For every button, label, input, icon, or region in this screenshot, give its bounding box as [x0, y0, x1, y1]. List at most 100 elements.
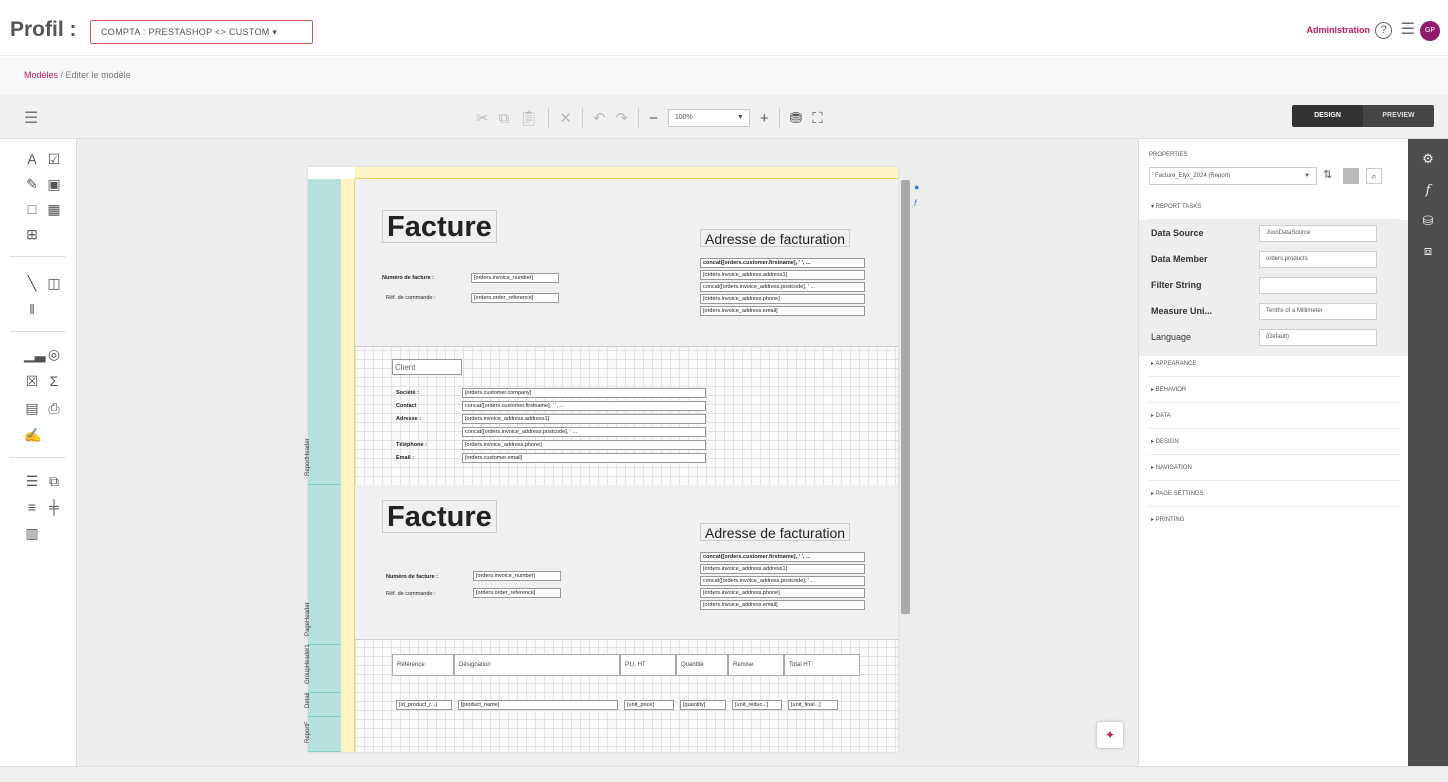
invoice-number-label[interactable]: Numéro de facture : [382, 275, 434, 281]
navigation-section[interactable]: ▸ NAVIGATION [1149, 455, 1399, 481]
pagebreak-tool-icon[interactable]: ≡ [24, 499, 40, 515]
address-line[interactable]: [orders.invoice_address.address1] [700, 270, 865, 280]
sort-icon[interactable]: ⇅ [1323, 168, 1332, 181]
band-report-header[interactable]: ReportHeader [305, 179, 341, 485]
address-line[interactable]: concat([orders.customer.firstname], ' ',… [700, 552, 865, 562]
pivot-tool-icon[interactable]: ⊞ [24, 226, 40, 242]
menu-icon[interactable]: ☰ [1401, 22, 1415, 38]
table-tool-icon[interactable]: ▦ [46, 201, 62, 217]
appearance-section[interactable]: ▸ APPEARANCE [1149, 351, 1399, 377]
table-header-cell[interactable]: Remise [728, 654, 784, 676]
detail-cell[interactable]: [unit_final...] [788, 700, 838, 710]
signature-tool-icon[interactable]: ✍ [24, 427, 41, 443]
order-ref-label[interactable]: Réf. de commande : [386, 591, 436, 597]
client-field[interactable]: [orders.customer.email] [462, 453, 706, 463]
paste-icon[interactable]: 📋︎ [519, 109, 538, 127]
order-ref-field[interactable]: [orders.order_reference] [473, 588, 561, 598]
client-title[interactable]: Client [392, 359, 462, 375]
table-header-cell[interactable]: P.U. HT [620, 654, 676, 676]
client-label[interactable]: Société : [396, 390, 419, 396]
invoice-title[interactable]: Facture [382, 210, 497, 243]
client-label[interactable]: Adresse : [396, 416, 421, 422]
zoom-out-icon[interactable]: − [649, 110, 658, 127]
behavior-section[interactable]: ▸ BEHAVIOR [1149, 377, 1399, 403]
invoice-number-field[interactable]: [orders.invoice_number] [471, 273, 559, 283]
band-group-header[interactable]: GroupHeader1 [305, 644, 341, 693]
client-field[interactable]: [orders.invoice_address.address1] [462, 414, 706, 424]
billing-address-title[interactable]: Adresse de facturation [700, 523, 851, 541]
design-tab[interactable]: DESIGN [1292, 105, 1363, 127]
page-settings-section[interactable]: ▸ PAGE SETTINGS [1149, 481, 1399, 507]
address-line[interactable]: concat([orders.invoice_address.postcode]… [700, 282, 865, 292]
design-section[interactable]: ▸ DESIGN [1149, 429, 1399, 455]
rocket-icon[interactable]: ✦ [1097, 722, 1123, 748]
address-line[interactable]: [orders.invoice_address.email] [700, 600, 865, 610]
hamburger-icon[interactable]: ☰ [24, 108, 38, 128]
picture-tool-icon[interactable]: ▣ [46, 176, 62, 192]
validate-bindings-icon[interactable]: ⛃ [790, 109, 803, 127]
redo-icon[interactable]: ↷ [616, 109, 629, 127]
client-label[interactable]: Téléphone : [396, 442, 427, 448]
table-header-cell[interactable]: Désignation [454, 654, 620, 676]
undo-icon[interactable]: ↶ [593, 109, 606, 127]
band-page-header[interactable]: PageHeader [305, 485, 341, 645]
preview-tab[interactable]: PREVIEW [1363, 105, 1434, 127]
address-line[interactable]: concat([orders.invoice_address.postcode]… [700, 576, 865, 586]
print-tool-icon[interactable]: ⎙ [46, 400, 62, 416]
profile-select[interactable]: COMPTA : PRESTASHOP <> CUSTOM ▾ [90, 20, 313, 44]
invoice-number-label[interactable]: Numéro de facture : [386, 574, 438, 580]
zoom-in-icon[interactable]: + [760, 110, 769, 127]
client-field[interactable]: concat([orders.customer.firstname], ' ',… [462, 401, 706, 411]
gear-icon[interactable]: ⚙ [1420, 151, 1436, 167]
property-value[interactable]: Tenths of a Millimeter [1259, 303, 1377, 320]
address-line[interactable]: [orders.invoice_address.phone] [700, 588, 865, 598]
invoice-title[interactable]: Facture [382, 500, 497, 533]
band-report-footer[interactable]: ReportF [305, 717, 341, 752]
band-detail[interactable]: Detail [305, 693, 341, 717]
help-icon[interactable]: ? [1375, 22, 1392, 39]
administration-link[interactable]: Administration [1306, 25, 1370, 35]
barcode-tool-icon[interactable]: ‖ [24, 301, 40, 317]
breadcrumb-models-link[interactable]: Modèles [24, 70, 58, 80]
table-header-cell[interactable]: Total HT [784, 654, 860, 676]
database-icon[interactable]: ⛁ [1420, 213, 1436, 229]
checkbox-tool-icon[interactable]: ☑ [46, 151, 62, 167]
shape-tool-icon[interactable]: ◫ [46, 275, 62, 291]
client-field[interactable]: [orders.invoice_address.phone] [462, 440, 706, 450]
order-ref-label[interactable]: Réf. de commande : [386, 295, 436, 301]
panel-tool-icon[interactable]: □ [24, 201, 40, 217]
crossband-tool-icon[interactable]: ╪ [46, 499, 62, 515]
printing-section[interactable]: ▸ PRINTING [1149, 507, 1399, 533]
object-select[interactable]: Facture_Elyx_2024 (Report) ▼ [1149, 167, 1317, 185]
property-value[interactable]: JsonDataSource [1259, 225, 1377, 242]
gauge-tool-icon[interactable]: ◎ [46, 346, 62, 362]
fullscreen-icon[interactable]: ⛶ [812, 110, 823, 127]
crosstab-tool-icon[interactable]: ▥ [24, 525, 40, 541]
client-label[interactable]: Contact [396, 403, 416, 409]
subreport-tool-icon[interactable]: ⧉ [46, 473, 62, 489]
billing-address-title[interactable]: Adresse de facturation [700, 229, 851, 247]
invoice-number-field[interactable]: [orders.invoice_number] [473, 571, 561, 581]
property-value[interactable]: (Default) [1259, 329, 1377, 346]
zoom-select[interactable]: 100% ▼ [667, 109, 750, 127]
expression-icon[interactable]: f [914, 198, 917, 208]
cut-icon[interactable]: ✂ [476, 109, 489, 127]
label-tool-icon[interactable]: A [24, 151, 40, 167]
delete-icon[interactable]: ✕ [559, 109, 572, 127]
client-field[interactable]: [orders.customer.company] [462, 388, 706, 398]
property-value[interactable]: orders.products [1259, 251, 1377, 268]
expressions-icon[interactable]: f [1420, 183, 1436, 199]
report-page[interactable]: ReportHeader PageHeader GroupHeader1 Det… [305, 167, 898, 752]
avatar[interactable]: GP [1420, 21, 1440, 41]
report-tasks-section[interactable]: ▾ REPORT TASKS [1149, 194, 1399, 220]
summary-tool-icon[interactable]: Σ [46, 373, 62, 389]
richtext-tool-icon[interactable]: ✎ [24, 176, 40, 192]
table-header-cell[interactable]: Référence [392, 654, 454, 676]
copy-icon[interactable]: ⧉ [499, 110, 510, 127]
property-value[interactable] [1259, 277, 1377, 294]
order-ref-field[interactable]: [orders.order_reference] [471, 293, 559, 303]
address-line[interactable]: [orders.invoice_address.phone] [700, 294, 865, 304]
add-band-icon[interactable]: ● [914, 182, 919, 192]
detail-cell[interactable]: [unit_reduc...] [732, 700, 782, 710]
vertical-scrollbar[interactable] [901, 180, 910, 614]
